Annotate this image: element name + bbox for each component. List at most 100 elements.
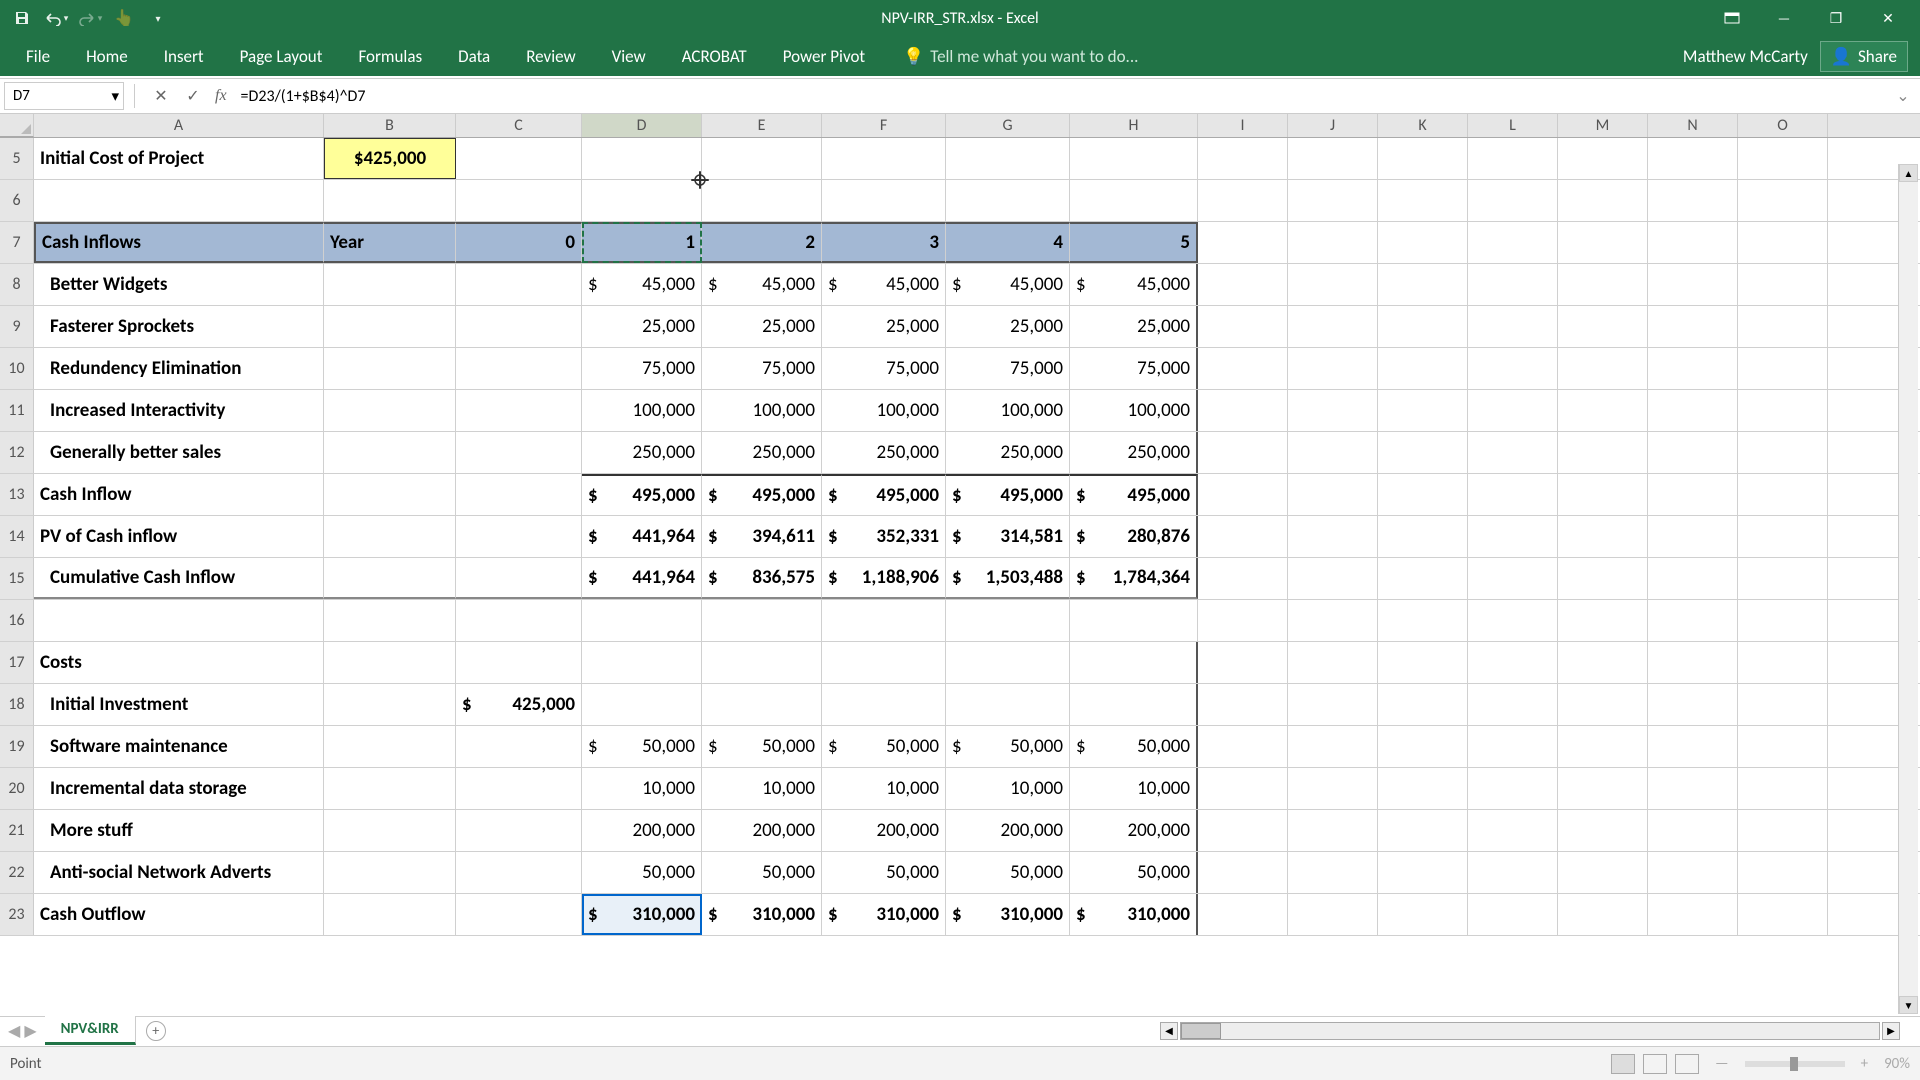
cell-I20[interactable]: [1198, 768, 1288, 809]
cell-I22[interactable]: [1198, 852, 1288, 893]
cell-G8[interactable]: $45,000: [946, 264, 1070, 305]
redo-icon[interactable]: ▾: [76, 4, 104, 32]
cell-F8[interactable]: $45,000: [822, 264, 946, 305]
row-header-5[interactable]: 5: [0, 138, 34, 179]
page-break-view-icon[interactable]: [1675, 1054, 1699, 1074]
row-header-17[interactable]: 17: [0, 642, 34, 683]
cell-N22[interactable]: [1648, 852, 1738, 893]
cell-E17[interactable]: [702, 642, 822, 683]
cell-A12[interactable]: Generally better sales: [34, 432, 324, 473]
page-layout-view-icon[interactable]: [1643, 1054, 1667, 1074]
cell-B7[interactable]: Year: [324, 222, 456, 263]
cell-D23[interactable]: $310,000: [582, 894, 702, 935]
qat-customize-icon[interactable]: ▾: [144, 4, 172, 32]
cell-K21[interactable]: [1378, 810, 1468, 851]
name-box[interactable]: D7 ▾: [4, 82, 124, 110]
cell-O5[interactable]: [1738, 138, 1828, 179]
cell-M16[interactable]: [1558, 600, 1648, 641]
col-header-a[interactable]: A: [34, 114, 324, 137]
cell-O20[interactable]: [1738, 768, 1828, 809]
user-name[interactable]: Matthew McCarty: [1683, 46, 1808, 67]
cell-K6[interactable]: [1378, 180, 1468, 221]
cell-N17[interactable]: [1648, 642, 1738, 683]
cell-B19[interactable]: [324, 726, 456, 767]
cell-J12[interactable]: [1288, 432, 1378, 473]
ribbon-options-icon[interactable]: [1712, 4, 1752, 32]
formula-input[interactable]: =D23/(1+$B$4)^D7: [233, 87, 1896, 106]
cell-B17[interactable]: [324, 642, 456, 683]
cell-G6[interactable]: [946, 180, 1070, 221]
cell-F6[interactable]: [822, 180, 946, 221]
cell-D13[interactable]: $495,000: [582, 474, 702, 515]
row-header-8[interactable]: 8: [0, 264, 34, 305]
cell-E10[interactable]: 75,000: [702, 348, 822, 389]
zoom-level[interactable]: 90%: [1884, 1055, 1910, 1073]
row-header-21[interactable]: 21: [0, 810, 34, 851]
cell-O12[interactable]: [1738, 432, 1828, 473]
cell-G7[interactable]: 4: [946, 222, 1070, 263]
cell-K12[interactable]: [1378, 432, 1468, 473]
cell-K8[interactable]: [1378, 264, 1468, 305]
cell-I23[interactable]: [1198, 894, 1288, 935]
cell-F9[interactable]: 25,000: [822, 306, 946, 347]
cell-A5[interactable]: Initial Cost of Project: [34, 138, 324, 179]
cell-I15[interactable]: [1198, 558, 1288, 599]
cell-L14[interactable]: [1468, 516, 1558, 557]
cell-C15[interactable]: [456, 558, 582, 599]
cell-J7[interactable]: [1288, 222, 1378, 263]
vertical-scrollbar[interactable]: ▲ ▼: [1898, 164, 1918, 1014]
cell-L11[interactable]: [1468, 390, 1558, 431]
cell-J17[interactable]: [1288, 642, 1378, 683]
cell-D8[interactable]: $45,000: [582, 264, 702, 305]
cell-A11[interactable]: Increased Interactivity: [34, 390, 324, 431]
enter-formula-icon[interactable]: ✓: [181, 86, 205, 106]
cell-K13[interactable]: [1378, 474, 1468, 515]
cell-I5[interactable]: [1198, 138, 1288, 179]
cell-G10[interactable]: 75,000: [946, 348, 1070, 389]
tab-view[interactable]: View: [594, 38, 664, 75]
cell-L17[interactable]: [1468, 642, 1558, 683]
cell-H22[interactable]: 50,000: [1070, 852, 1198, 893]
cell-C21[interactable]: [456, 810, 582, 851]
cell-I16[interactable]: [1198, 600, 1288, 641]
touch-mode-icon[interactable]: 👆: [110, 4, 138, 32]
tab-nav[interactable]: ◀▶: [0, 1021, 45, 1041]
cell-D10[interactable]: 75,000: [582, 348, 702, 389]
cell-F18[interactable]: [822, 684, 946, 725]
cell-I19[interactable]: [1198, 726, 1288, 767]
tab-prev-icon[interactable]: ◀: [8, 1021, 20, 1041]
tab-insert[interactable]: Insert: [146, 38, 222, 75]
tab-home[interactable]: Home: [68, 38, 146, 75]
cell-M6[interactable]: [1558, 180, 1648, 221]
close-icon[interactable]: ✕: [1868, 4, 1908, 32]
cell-H7[interactable]: 5: [1070, 222, 1198, 263]
cell-K23[interactable]: [1378, 894, 1468, 935]
cell-K9[interactable]: [1378, 306, 1468, 347]
cell-B9[interactable]: [324, 306, 456, 347]
row-header-16[interactable]: 16: [0, 600, 34, 641]
col-header-h[interactable]: H: [1070, 114, 1198, 137]
cell-M21[interactable]: [1558, 810, 1648, 851]
cell-O22[interactable]: [1738, 852, 1828, 893]
cell-H14[interactable]: $280,876: [1070, 516, 1198, 557]
tab-power-pivot[interactable]: Power Pivot: [765, 38, 883, 75]
cell-I7[interactable]: [1198, 222, 1288, 263]
cell-M8[interactable]: [1558, 264, 1648, 305]
cell-I13[interactable]: [1198, 474, 1288, 515]
cell-M19[interactable]: [1558, 726, 1648, 767]
scroll-left-icon[interactable]: ◀: [1160, 1022, 1178, 1040]
cell-I18[interactable]: [1198, 684, 1288, 725]
cell-L21[interactable]: [1468, 810, 1558, 851]
cell-L7[interactable]: [1468, 222, 1558, 263]
cell-E5[interactable]: [702, 138, 822, 179]
cell-H13[interactable]: $495,000: [1070, 474, 1198, 515]
cell-G14[interactable]: $314,581: [946, 516, 1070, 557]
cell-H9[interactable]: 25,000: [1070, 306, 1198, 347]
cell-J14[interactable]: [1288, 516, 1378, 557]
row-header-15[interactable]: 15: [0, 558, 34, 599]
cell-C6[interactable]: [456, 180, 582, 221]
cell-J8[interactable]: [1288, 264, 1378, 305]
cell-N19[interactable]: [1648, 726, 1738, 767]
cell-B8[interactable]: [324, 264, 456, 305]
cell-B23[interactable]: [324, 894, 456, 935]
